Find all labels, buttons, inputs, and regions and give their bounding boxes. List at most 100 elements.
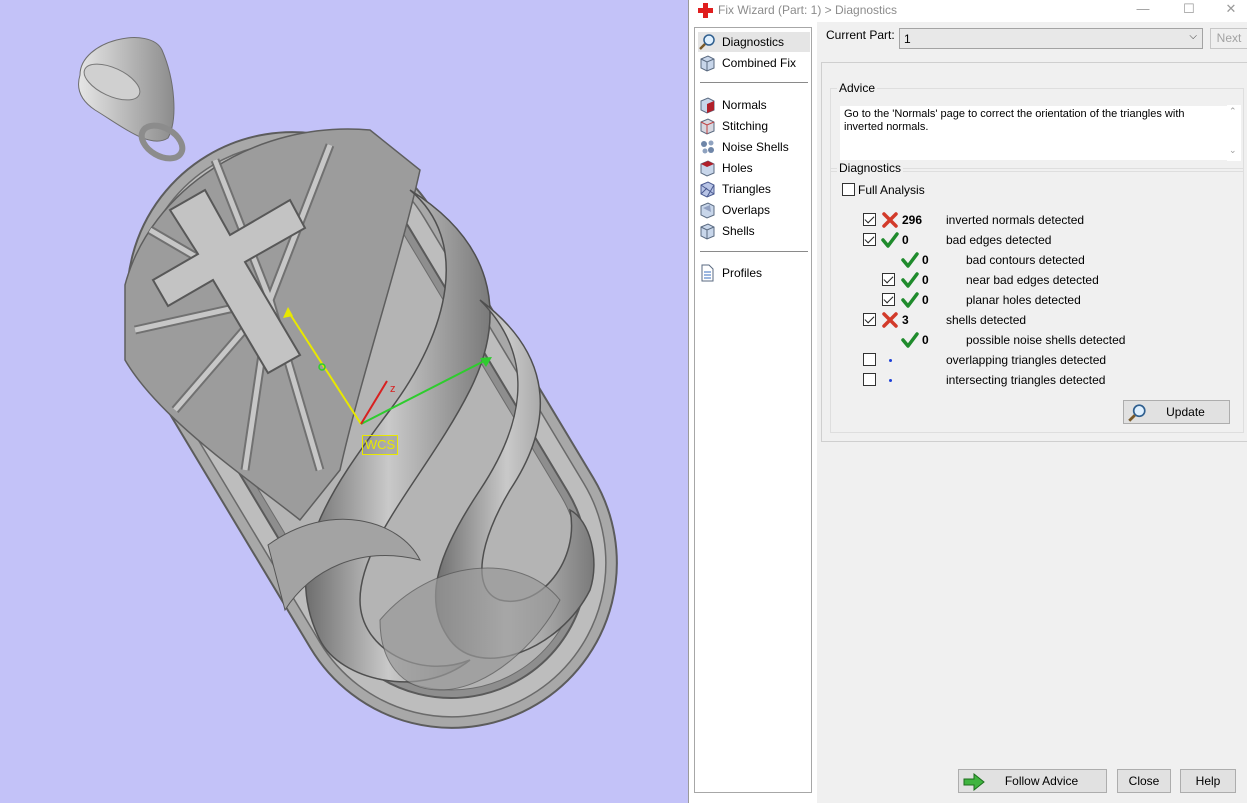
green-check-icon	[901, 292, 919, 308]
planar-holes-count: 0	[922, 293, 929, 307]
full-analysis-label: Full Analysis	[858, 183, 925, 197]
current-part-label: Current Part:	[826, 28, 895, 42]
pending-dot-icon	[889, 379, 892, 382]
shells-count: 3	[902, 313, 909, 327]
nav-label: Shells	[722, 224, 755, 238]
current-part-value: 1	[904, 32, 911, 46]
wizard-main-pane: Current Part: 1 ⌵ Next Advice Go to the …	[817, 22, 1247, 803]
close-button[interactable]: Close	[1117, 769, 1171, 793]
nav-item-holes[interactable]: Holes	[698, 158, 810, 178]
nav-item-noise-shells[interactable]: Noise Shells	[698, 137, 810, 157]
overlapping-triangles-checkbox[interactable]	[863, 353, 876, 366]
document-icon	[701, 264, 714, 282]
advice-line-2: inverted normals.	[844, 121, 929, 133]
red-x-icon	[882, 312, 898, 328]
near-bad-edges-count: 0	[922, 273, 929, 287]
red-x-icon	[882, 212, 898, 228]
planar-holes-checkbox[interactable]	[882, 293, 895, 306]
nav-label: Triangles	[722, 182, 771, 196]
title-bar[interactable]: Fix Wizard (Part: 1) > Diagnostics — ☐ ✕	[689, 0, 1247, 22]
wizard-nav: Diagnostics Combined Fix Normals Stitchi…	[694, 27, 812, 793]
3d-viewport[interactable]: z WCS	[0, 0, 688, 803]
z-axis-label: z	[390, 383, 396, 395]
next-button[interactable]: Next	[1210, 28, 1247, 49]
nav-separator	[700, 251, 808, 252]
current-part-select[interactable]: 1 ⌵	[899, 28, 1203, 49]
nav-item-stitching[interactable]: Stitching	[698, 116, 810, 136]
noise-shells-count: 0	[922, 333, 929, 347]
fix-wizard-dialog: Fix Wizard (Part: 1) > Diagnostics — ☐ ✕…	[688, 0, 1247, 803]
magnifier-icon	[699, 34, 715, 50]
nav-item-diagnostics[interactable]: Diagnostics	[698, 32, 810, 52]
noise-shells-label: possible noise shells detected	[966, 333, 1126, 347]
magnifier-icon	[1128, 404, 1146, 422]
nav-label: Holes	[722, 161, 753, 175]
inverted-normals-label: inverted normals detected	[946, 213, 1085, 227]
bad-edges-label: bad edges detected	[946, 233, 1052, 247]
pending-dot-icon	[889, 359, 892, 362]
advice-scrollbar[interactable]: ⌃ ⌄	[1227, 105, 1241, 161]
overlapping-triangles-label: overlapping triangles detected	[946, 353, 1107, 367]
bad-contours-label: bad contours detected	[966, 253, 1085, 267]
scroll-up-icon: ⌃	[1229, 106, 1237, 116]
follow-advice-button[interactable]: Follow Advice	[958, 769, 1107, 793]
cube-icon	[700, 55, 715, 72]
nav-label: Diagnostics	[722, 35, 785, 49]
near-bad-edges-checkbox[interactable]	[882, 273, 895, 286]
nav-label: Noise Shells	[722, 140, 789, 154]
green-check-icon	[901, 332, 919, 348]
nav-label: Normals	[722, 98, 767, 112]
bad-edges-checkbox[interactable]	[863, 233, 876, 246]
green-check-icon	[901, 272, 919, 288]
holes-cube-icon	[700, 160, 715, 177]
full-analysis-checkbox[interactable]	[842, 183, 855, 196]
noise-shells-icon	[701, 140, 714, 154]
near-bad-edges-label: near bad edges detected	[966, 273, 1099, 287]
nav-item-shells[interactable]: Shells	[698, 221, 810, 241]
nav-item-combined-fix[interactable]: Combined Fix	[698, 53, 810, 73]
nav-item-profiles[interactable]: Profiles	[698, 263, 810, 283]
normals-cube-icon	[700, 97, 715, 114]
shells-label: shells detected	[946, 313, 1027, 327]
diagnostics-title: Diagnostics	[837, 161, 904, 175]
pendant-model: z	[78, 37, 618, 729]
planar-holes-label: planar holes detected	[966, 293, 1081, 307]
red-cross-app-icon	[698, 3, 713, 18]
triangles-cube-icon	[700, 181, 715, 198]
nav-item-normals[interactable]: Normals	[698, 95, 810, 115]
inverted-normals-checkbox[interactable]	[863, 213, 876, 226]
shells-checkbox[interactable]	[863, 313, 876, 326]
stitching-cube-icon	[700, 118, 715, 135]
chevron-down-icon: ⌵	[1189, 31, 1197, 42]
overlaps-cube-icon	[700, 202, 715, 219]
wcs-label: WCS	[362, 435, 398, 455]
window-title: Fix Wizard (Part: 1) > Diagnostics	[718, 3, 898, 17]
nav-separator	[700, 82, 808, 83]
inverted-normals-count: 296	[902, 213, 923, 227]
advice-title: Advice	[837, 81, 878, 95]
intersecting-triangles-label: intersecting triangles detected	[946, 373, 1106, 387]
nav-label: Stitching	[722, 119, 769, 133]
advice-line-1: Go to the 'Normals' page to correct the …	[844, 108, 1185, 120]
diagnostics-panel: Advice Go to the 'Normals' page to corre…	[821, 62, 1247, 442]
green-arrow-icon	[963, 773, 985, 791]
green-check-icon	[901, 252, 919, 268]
scroll-down-icon: ⌄	[1229, 145, 1237, 155]
bad-edges-count: 0	[902, 233, 909, 247]
nav-label: Overlaps	[722, 203, 771, 217]
green-check-icon	[881, 232, 899, 248]
nav-item-triangles[interactable]: Triangles	[698, 179, 810, 199]
nav-item-overlaps[interactable]: Overlaps	[698, 200, 810, 220]
update-button[interactable]: Update	[1123, 400, 1230, 424]
intersecting-triangles-checkbox[interactable]	[863, 373, 876, 386]
close-window-button[interactable]: ✕	[1216, 0, 1246, 20]
advice-text-box: Go to the 'Normals' page to correct the …	[840, 106, 1228, 160]
diagnostics-group: Diagnostics Full Analysis 296 inverted n…	[830, 161, 1244, 433]
follow-advice-label: Follow Advice	[1004, 774, 1079, 788]
help-button[interactable]: Help	[1180, 769, 1236, 793]
advice-group: Advice Go to the 'Normals' page to corre…	[830, 81, 1244, 172]
maximize-button[interactable]: ☐	[1174, 0, 1204, 20]
update-label: Update	[1166, 405, 1205, 419]
minimize-button[interactable]: —	[1128, 0, 1158, 20]
bad-contours-count: 0	[922, 253, 929, 267]
